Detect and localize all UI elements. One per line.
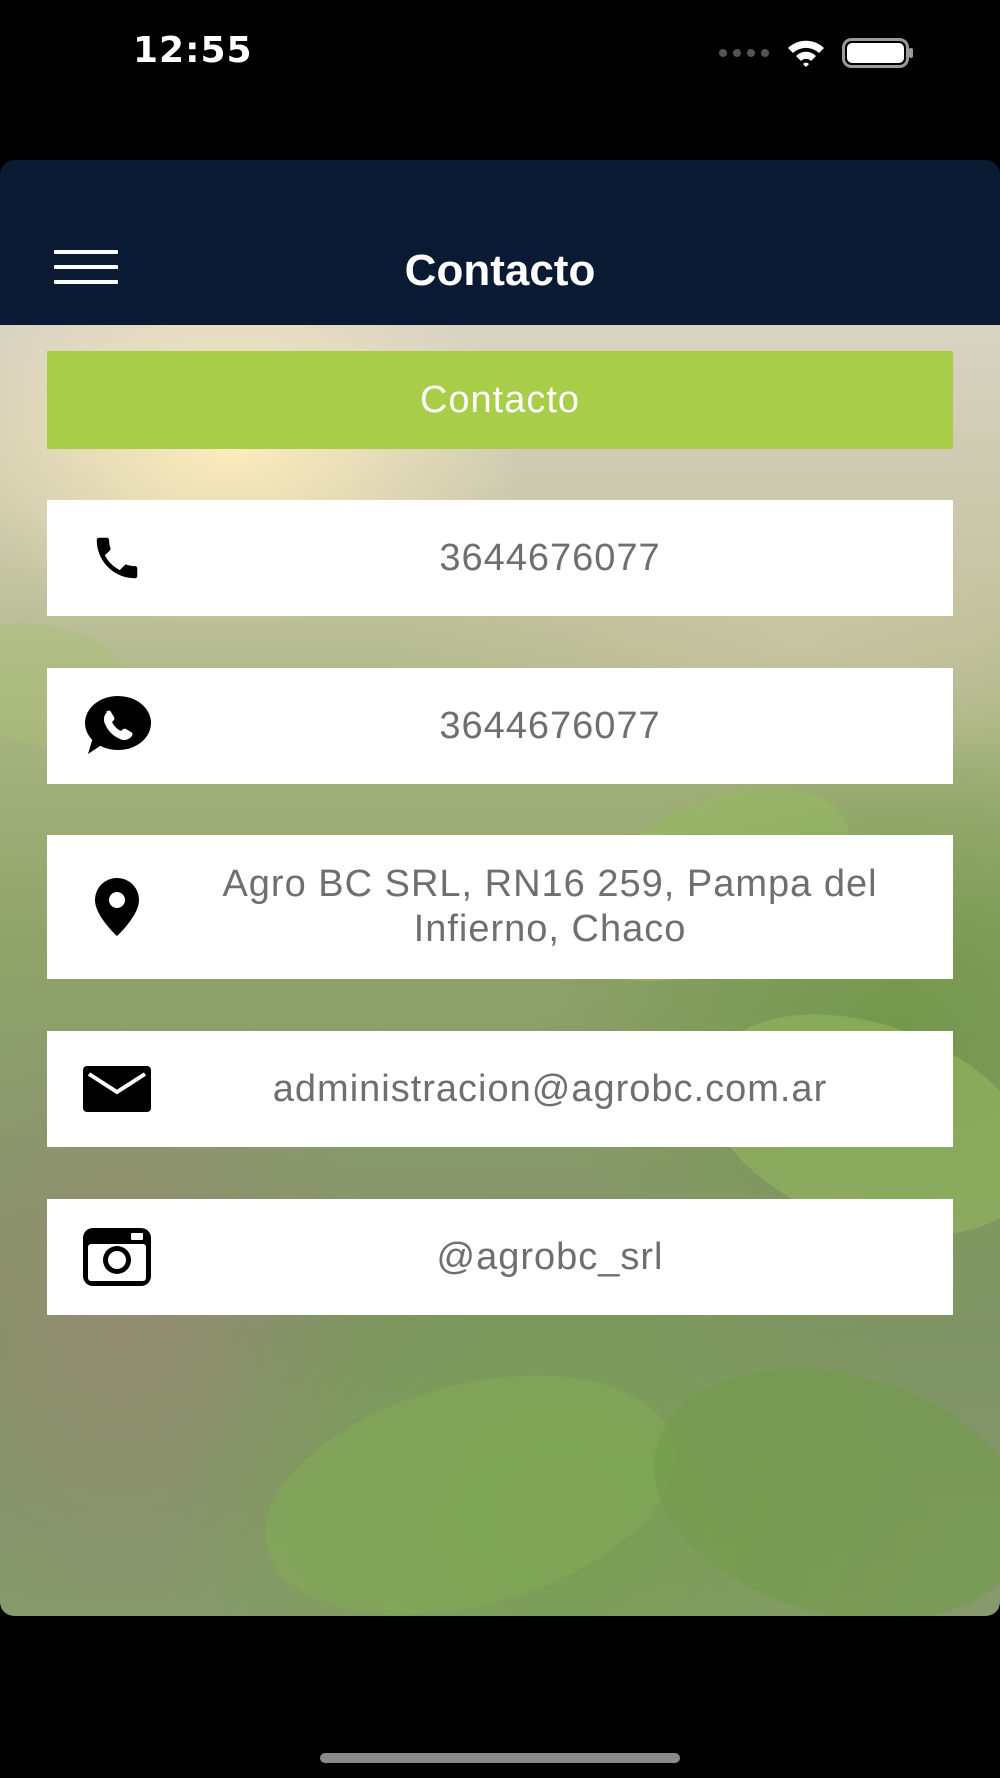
email-row[interactable]: administracion@agrobc.com.ar [47, 1031, 953, 1147]
phone-number: 3644676077 [439, 536, 661, 579]
phone-icon [82, 523, 152, 593]
address-row[interactable]: Agro BC SRL, RN16 259, Pampa del Infiern… [47, 835, 953, 979]
email-address: administracion@agrobc.com.ar [272, 1067, 828, 1110]
status-time: 12:55 [133, 30, 253, 71]
navigation-bar: Contacto [0, 160, 1000, 325]
mail-icon [82, 1054, 152, 1124]
battery-icon [842, 38, 913, 68]
wifi-icon [788, 40, 824, 67]
home-indicator[interactable] [320, 1753, 680, 1763]
instagram-icon [82, 1222, 152, 1292]
phone-row[interactable]: 3644676077 [47, 500, 953, 616]
section-header: Contacto [47, 351, 953, 449]
status-icons [718, 38, 914, 68]
address-text: Agro BC SRL, RN16 259, Pampa del Infiern… [222, 863, 878, 950]
instagram-handle: @agrobc_srl [436, 1235, 664, 1278]
page-title: Contacto [404, 246, 596, 295]
whatsapp-icon [82, 691, 152, 761]
cellular-icon [719, 49, 769, 57]
instagram-row[interactable]: @agrobc_srl [47, 1199, 953, 1315]
location-pin-icon [82, 872, 152, 942]
status-bar: 12:55 [0, 0, 1000, 110]
phone-screen: 12:55 Contacto Contacto 3644676077 36446… [0, 0, 1000, 1778]
whatsapp-number: 3644676077 [439, 704, 661, 747]
whatsapp-row[interactable]: 3644676077 [47, 668, 953, 784]
